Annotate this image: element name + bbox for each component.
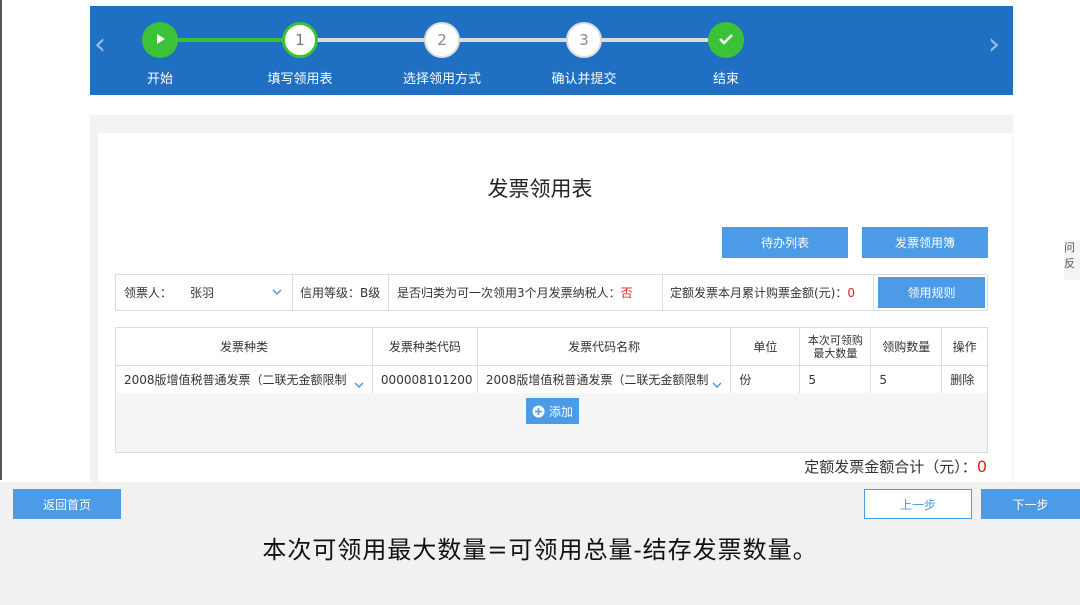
col-header-max-qty: 本次可领购最大数量 xyxy=(799,327,872,366)
progress-track-todo xyxy=(300,38,728,42)
add-row-area: 添加 xyxy=(115,393,988,453)
invoice-type-select[interactable]: 2008版增值税普通发票（二联无金额限制 xyxy=(115,365,373,394)
chevron-down-icon xyxy=(712,377,722,391)
chevron-down-icon xyxy=(354,377,364,391)
add-button[interactable]: 添加 xyxy=(526,398,579,424)
table-header-row: 发票种类 发票种类代码 发票代码名称 单位 本次可领购最大数量 领购数量 操作 xyxy=(115,327,988,366)
invoice-type-code: 000008101200 xyxy=(371,365,478,394)
chevron-down-icon xyxy=(272,287,282,298)
divider xyxy=(873,275,874,310)
invoice-table: 发票种类 发票种类代码 发票代码名称 单位 本次可领购最大数量 领购数量 操作 … xyxy=(115,327,988,394)
step-end xyxy=(708,22,744,58)
col-header-unit: 单位 xyxy=(730,327,801,366)
fixed-amount-summary: 定额发票本月累计购票金额(元)： 0 xyxy=(670,285,856,301)
step-label-choose: 选择领用方式 xyxy=(402,72,482,87)
step-3: 3 xyxy=(566,22,602,58)
caption-subtitle: 本次可领用最大数量=可领用总量-结存发票数量。 xyxy=(262,536,818,564)
divider xyxy=(662,275,663,310)
step-label-confirm: 确认并提交 xyxy=(551,72,617,87)
check-icon xyxy=(718,31,734,49)
max-qty-cell: 5 xyxy=(799,365,872,394)
step-2: 2 xyxy=(424,22,460,58)
table-row: 2008版增值税普通发票（二联无金额限制 000008101200 2008版增… xyxy=(115,365,988,394)
prev-arrow-icon[interactable]: ‹ xyxy=(94,30,106,60)
col-header-code-name: 发票代码名称 xyxy=(476,327,732,366)
left-border xyxy=(0,0,2,480)
next-step-button[interactable]: 下一步 xyxy=(981,489,1080,519)
screen: ‹ › 1 2 3 开始 填写领用表 选择领用方式 确认并提交 结束 发票领用表… xyxy=(0,0,1080,605)
step-1: 1 xyxy=(282,22,318,58)
info-bar: 领票人： 张羽 信用等级： B级 是否归类为可一次领用3个月发票纳税人：否 定额发… xyxy=(115,274,988,311)
divider xyxy=(388,275,389,310)
step-start xyxy=(142,22,178,58)
rules-button[interactable]: 领用规则 xyxy=(878,277,985,308)
divider xyxy=(292,275,293,310)
credit-level: 信用等级： B级 xyxy=(300,286,381,300)
plus-circle-icon xyxy=(532,405,545,418)
col-header-type: 发票种类 xyxy=(115,327,373,366)
todo-list-button[interactable]: 待办列表 xyxy=(722,227,848,258)
col-header-type-code: 发票种类代码 xyxy=(371,327,478,366)
recipient-label: 领票人： xyxy=(124,286,173,300)
recipient-select[interactable]: 张羽 xyxy=(178,275,288,310)
unit-cell: 份 xyxy=(730,365,801,394)
col-header-action: 操作 xyxy=(941,327,988,366)
progress-track-done xyxy=(160,38,300,42)
three-month-status: 是否归类为可一次领用3个月发票纳税人：否 xyxy=(397,286,633,300)
next-arrow-icon[interactable]: › xyxy=(988,30,1000,60)
recipient-value: 张羽 xyxy=(190,286,215,300)
qty-input[interactable]: 5 xyxy=(870,365,943,394)
code-name-select[interactable]: 2008版增值税普通发票（二联无金额限制 xyxy=(476,365,732,394)
side-help-fragment[interactable]: 问 反 xyxy=(1064,240,1080,280)
col-header-qty: 领购数量 xyxy=(870,327,943,366)
progress-stepper: ‹ › 1 2 3 开始 填写领用表 选择领用方式 确认并提交 结束 xyxy=(90,6,1013,95)
home-button[interactable]: 返回首页 xyxy=(13,489,121,519)
fixed-invoice-total: 定额发票金额合计（元）：0 xyxy=(804,457,987,476)
page-title: 发票领用表 xyxy=(487,177,593,201)
step-label-end: 结束 xyxy=(712,72,740,87)
play-icon xyxy=(154,31,166,49)
prev-step-button[interactable]: 上一步 xyxy=(864,489,972,519)
step-label-fill: 填写领用表 xyxy=(267,72,333,87)
invoice-ledger-button[interactable]: 发票领用簿 xyxy=(862,227,988,258)
step-label-start: 开始 xyxy=(146,72,174,87)
delete-link[interactable]: 删除 xyxy=(941,365,988,394)
